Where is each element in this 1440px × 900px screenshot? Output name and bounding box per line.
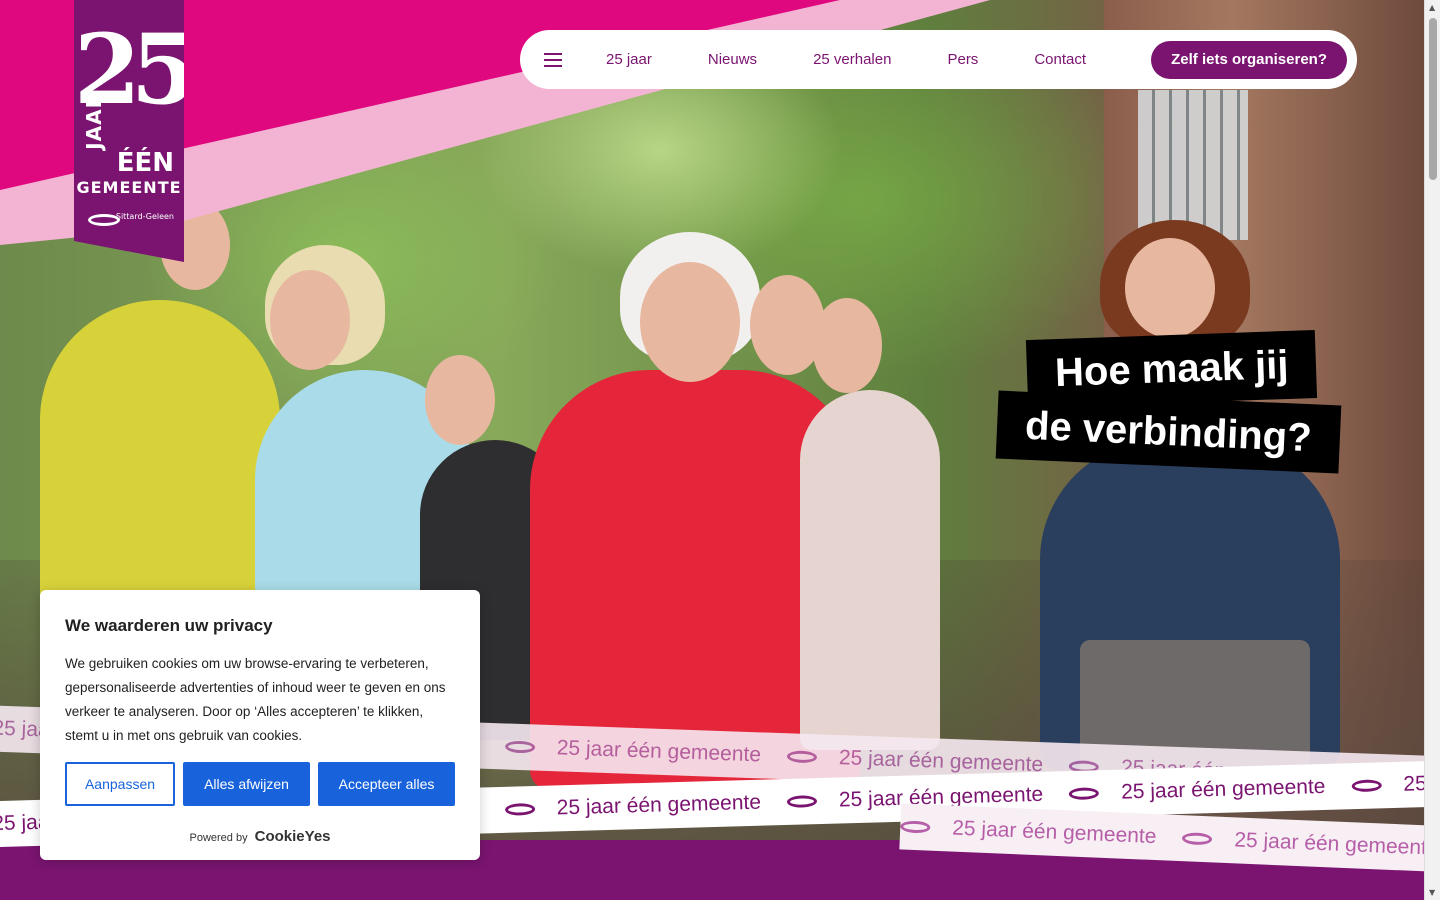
- logo-jaar: JAAR: [82, 92, 106, 150]
- person-head: [270, 270, 350, 370]
- cookie-powered-by: Powered by CookieYes: [65, 828, 455, 845]
- site-logo[interactable]: 25 JAAR ÉÉN GEMEENTE Sittard-Geleen: [74, 0, 184, 262]
- ribbon-item: 25 jaar één gemeente: [1069, 775, 1326, 806]
- nav-item-nieuws[interactable]: Nieuws: [708, 51, 757, 68]
- building-window: [1138, 90, 1248, 240]
- swoosh-icon: [1351, 779, 1382, 793]
- ribbon-item: 25 jaar één gemeente: [504, 791, 761, 822]
- nav-item-contact[interactable]: Contact: [1034, 51, 1086, 68]
- logo-gemeente: GEMEENTE: [76, 178, 182, 197]
- cookie-consent-banner: We waarderen uw privacy We gebruiken coo…: [40, 590, 480, 860]
- municipality-mark: Sittard-Geleen: [86, 212, 174, 226]
- cookie-title: We waarderen uw privacy: [65, 616, 273, 635]
- person-head: [1125, 238, 1215, 338]
- swoosh-icon: [1069, 787, 1100, 801]
- page-scrollbar[interactable]: ▲ ▼: [1424, 0, 1440, 900]
- swoosh-icon: [786, 750, 818, 764]
- ribbon-item: 25 jaar één gemeente: [504, 734, 761, 767]
- municipality-swoosh-icon: [88, 214, 120, 226]
- person-head: [640, 262, 740, 382]
- logo-een: ÉÉN: [116, 148, 174, 178]
- swoosh-icon: [504, 740, 535, 754]
- nav-item-25-verhalen[interactable]: 25 verhalen: [813, 51, 891, 68]
- scrollbar-thumb[interactable]: [1429, 18, 1437, 180]
- person-head: [812, 298, 882, 393]
- organize-cta-button[interactable]: Zelf iets organiseren?: [1151, 40, 1347, 79]
- swoosh-icon: [900, 820, 931, 834]
- person-head: [425, 355, 495, 445]
- cookieyes-logo[interactable]: CookieYes: [255, 828, 331, 845]
- main-navigation: 25 jaar Nieuws 25 verhalen Pers Contact …: [520, 30, 1357, 89]
- scroll-down-icon[interactable]: ▼: [1429, 888, 1435, 897]
- cookie-customize-button[interactable]: Aanpassen: [65, 762, 175, 806]
- powered-by-label: Powered by: [189, 832, 248, 844]
- cookie-body: We gebruiken cookies om uw browse-ervari…: [65, 656, 446, 743]
- cookie-button-row: Aanpassen Alles afwijzen Accepteer alles: [65, 762, 455, 806]
- nav-item-pers[interactable]: Pers: [947, 51, 978, 68]
- swoosh-icon: [504, 803, 535, 816]
- nav-item-25-jaar[interactable]: 25 jaar: [606, 51, 652, 68]
- swoosh-icon: [786, 795, 818, 808]
- cookie-accept-all-button[interactable]: Accepteer alles: [318, 762, 455, 806]
- hamburger-icon[interactable]: [544, 52, 562, 67]
- cookie-reject-all-button[interactable]: Alles afwijzen: [183, 762, 310, 806]
- scroll-up-icon[interactable]: ▲: [1429, 3, 1435, 12]
- ribbon-item: 25 jaar één gemeente: [1182, 826, 1439, 861]
- swoosh-icon: [1182, 832, 1213, 846]
- municipality-name: Sittard-Geleen: [115, 212, 174, 221]
- ribbon-item: 25 jaar één gemeente: [900, 814, 1157, 849]
- person-scarf: [800, 390, 940, 750]
